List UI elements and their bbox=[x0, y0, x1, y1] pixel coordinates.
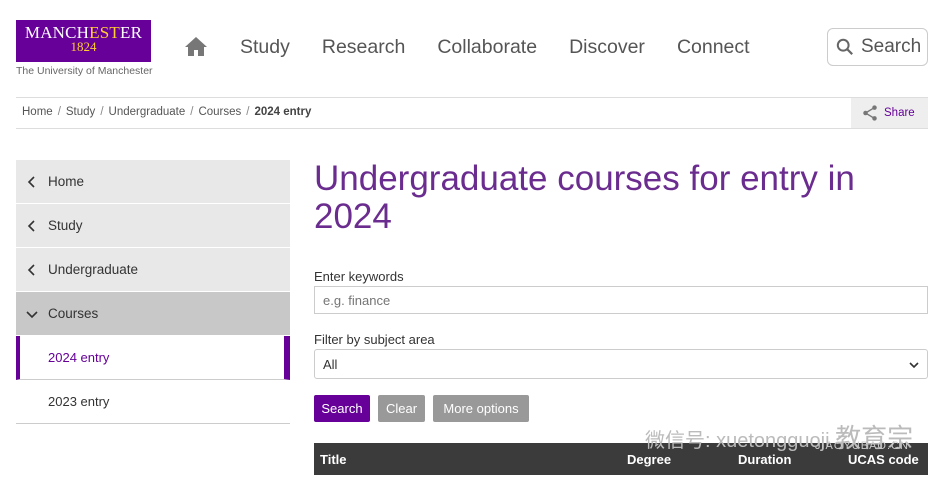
column-header-title[interactable]: Title bbox=[320, 452, 347, 467]
search-button-label: Search bbox=[861, 36, 922, 57]
sidebar-item-study[interactable]: Study bbox=[16, 204, 290, 248]
more-options-button[interactable]: More options bbox=[433, 395, 529, 422]
breadcrumb-study[interactable]: Study bbox=[66, 106, 95, 118]
nav-connect[interactable]: Connect bbox=[677, 33, 750, 61]
share-icon bbox=[863, 105, 877, 121]
breadcrumb: Home / Study / Undergraduate / Courses / 2024 en… bbox=[22, 106, 311, 118]
sidebar-item-courses[interactable]: Courses bbox=[16, 292, 290, 336]
chevron-left-icon bbox=[16, 175, 48, 188]
nav-study[interactable]: Study bbox=[240, 33, 290, 61]
university-logo[interactable]: MANCHESTER 1824 The University of Manche… bbox=[16, 20, 153, 77]
home-icon[interactable] bbox=[184, 35, 208, 59]
keywords-label: Enter keywords bbox=[314, 269, 404, 284]
sidebar-item-home[interactable]: Home bbox=[16, 160, 290, 204]
subject-area-select[interactable]: All bbox=[314, 349, 928, 379]
sidebar-item-label: Courses bbox=[48, 306, 99, 321]
search-submit-button[interactable]: Search bbox=[314, 395, 370, 422]
breadcrumb-courses[interactable]: Courses bbox=[198, 106, 241, 118]
sidebar: Home Study Undergraduate Courses 2024 en… bbox=[16, 160, 290, 424]
logo-wordmark: MANCHESTER bbox=[24, 23, 143, 42]
nav-collaborate[interactable]: Collaborate bbox=[437, 33, 537, 61]
clear-button[interactable]: Clear bbox=[378, 395, 425, 422]
sidebar-item-label: Home bbox=[48, 174, 85, 189]
breadcrumb-undergraduate[interactable]: Undergraduate bbox=[109, 106, 186, 118]
share-label: Share bbox=[884, 107, 915, 119]
breadcrumb-current: 2024 entry bbox=[254, 106, 312, 118]
logo-box: MANCHESTER 1824 bbox=[16, 20, 151, 62]
select-value: All bbox=[323, 357, 338, 372]
sidebar-subitem-2023-entry[interactable]: 2023 entry bbox=[16, 380, 290, 424]
main-nav: Study Research Collaborate Discover Conn… bbox=[184, 33, 782, 61]
filter-label: Filter by subject area bbox=[314, 332, 435, 347]
breadcrumb-home[interactable]: Home bbox=[22, 106, 53, 118]
search-button[interactable]: Search bbox=[827, 28, 928, 66]
chevron-left-icon bbox=[16, 219, 48, 232]
sidebar-item-label: Study bbox=[48, 218, 83, 233]
breadcrumb-separator: / bbox=[100, 106, 104, 118]
logo-year: 1824 bbox=[70, 39, 97, 54]
nav-research[interactable]: Research bbox=[322, 33, 405, 61]
sidebar-subitem-2024-entry[interactable]: 2024 entry bbox=[16, 336, 290, 380]
breadcrumb-bar: Home / Study / Undergraduate / Courses / 2024 en… bbox=[16, 97, 928, 129]
sidebar-item-label: Undergraduate bbox=[48, 262, 139, 277]
nav-discover[interactable]: Discover bbox=[569, 33, 645, 61]
watermark-sub: JIAOYUBAO.CN bbox=[815, 440, 909, 452]
search-icon bbox=[836, 38, 853, 55]
share-button[interactable]: Share bbox=[851, 98, 928, 128]
chevron-left-icon bbox=[16, 263, 48, 276]
sidebar-item-undergraduate[interactable]: Undergraduate bbox=[16, 248, 290, 292]
page-title: Undergraduate courses for entry in 2024 bbox=[314, 159, 855, 236]
keywords-input[interactable] bbox=[314, 286, 928, 314]
chevron-down-icon bbox=[16, 308, 48, 320]
breadcrumb-separator: / bbox=[190, 106, 194, 118]
chevron-down-icon bbox=[909, 362, 919, 369]
breadcrumb-separator: / bbox=[246, 106, 250, 118]
breadcrumb-separator: / bbox=[57, 106, 61, 118]
logo-subtitle: The University of Manchester bbox=[16, 65, 153, 77]
